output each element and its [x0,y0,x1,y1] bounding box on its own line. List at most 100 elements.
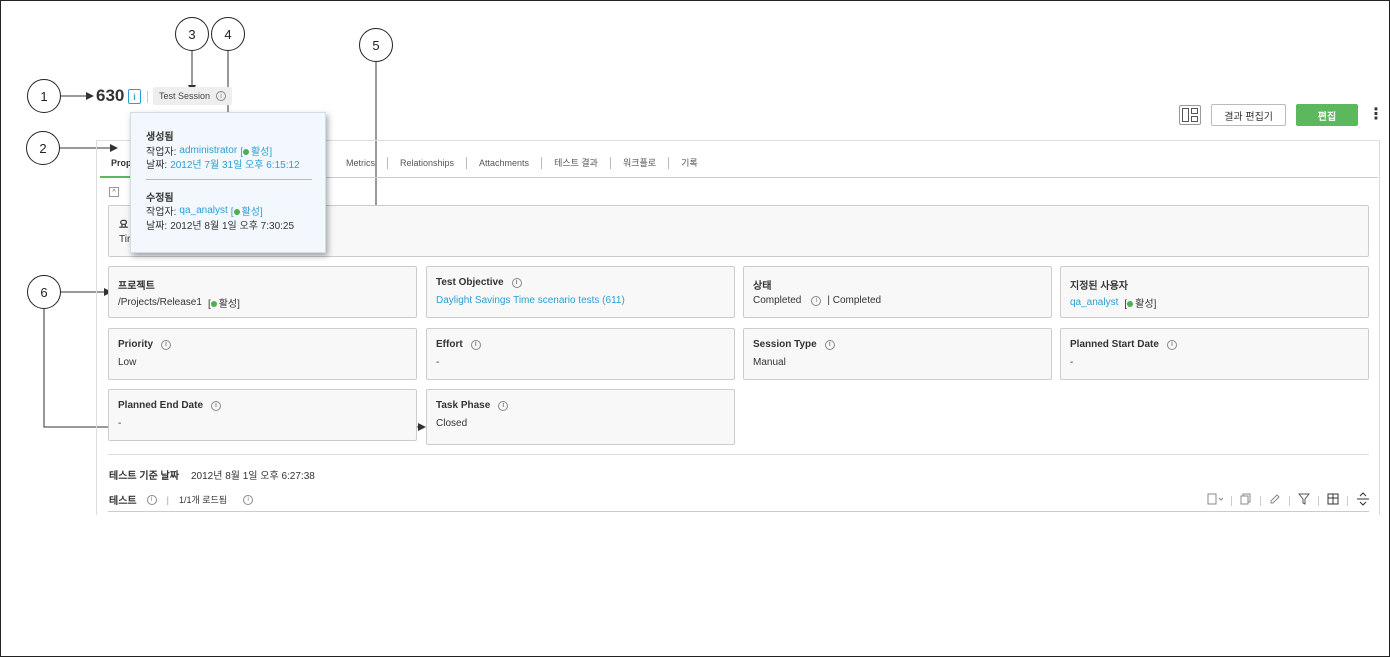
tab-test-results[interactable]: 테스트 결과 [542,157,611,169]
tab-history[interactable]: 기록 [669,157,710,169]
modified-title: 수정됨 [146,193,174,204]
state-value: Completed [753,295,802,306]
field-planned-end-date[interactable]: Planned End Date i - [108,389,417,441]
item-id: 630 [96,86,125,105]
item-type-badge[interactable]: Test Session i [153,87,233,105]
active-status-dot [1127,301,1134,307]
copy-icon[interactable] [1240,493,1252,508]
field-session-type[interactable]: Session Type i Manual [743,328,1052,380]
info-icon[interactable]: i [824,339,835,350]
toolbar-separator [1318,495,1319,506]
state-detail: | Completed [827,295,882,306]
popup-divider [146,179,312,180]
info-icon[interactable]: i [146,494,157,505]
callout-1: 1 [27,79,61,113]
table-view-icon[interactable] [1327,493,1339,508]
created-date[interactable]: 2012년 7월 31일 오후 6:15:12 [170,156,299,171]
filter-clear-icon[interactable] [1297,493,1311,508]
active-status-dot [233,209,240,215]
field-test-objective[interactable]: Test Objective i Daylight Savings Time sc… [426,266,735,318]
results-editor-button[interactable]: 결과 편집기 [1211,104,1286,126]
more-options-icon[interactable]: ⋮ [1368,107,1384,123]
info-icon[interactable]: i [211,400,222,411]
collapse-section-icon[interactable]: ^ [109,187,119,197]
created-by-link[interactable]: administrator [179,145,237,156]
active-status-dot [210,301,217,307]
info-icon[interactable]: i [216,91,227,101]
field-label: 지정된 사용자 [1070,281,1128,292]
test-objective-link[interactable]: Daylight Savings Time scenario tests (61… [436,295,625,306]
field-project[interactable]: 프로젝트 /Projects/Release1 [활성] [108,266,417,318]
modified-date: 2012년 8월 1일 오후 7:30:25 [170,221,295,232]
created-date-row: 날짜: 2012년 7월 31일 오후 6:15:12 [146,156,300,171]
modified-status: [활성] [230,207,263,218]
effort-value: - [436,357,440,368]
field-label: 상태 [753,281,772,292]
tab-attachments[interactable]: Attachments [467,157,543,169]
base-date-label: 테스트 기준 날짜 [109,471,179,482]
info-icon[interactable]: i [498,400,509,411]
field-effort[interactable]: Effort i - [426,328,735,380]
tests-toolbar [1207,492,1370,509]
edit-button[interactable]: 편집 [1296,104,1358,126]
base-date-value: 2012년 8월 1일 오후 6:27:38 [190,471,315,482]
edit-pencil-icon[interactable] [1269,493,1281,508]
field-label: Planned Start Date [1070,339,1159,350]
field-assigned-user[interactable]: 지정된 사용자 qa_analyst [활성] [1060,266,1369,318]
tests-label: 테스트 [109,496,137,507]
loaded-count: 1/1개 로드됨 [178,495,228,505]
field-label: Session Type [753,339,817,350]
toolbar-separator [1260,495,1261,506]
field-label: 프로젝트 [118,281,155,292]
field-state[interactable]: 상태 Completed i | Completed [743,266,1052,318]
created-title: 생성됨 [146,132,174,143]
layout-icon[interactable] [1179,105,1202,125]
tab-metrics[interactable]: Metrics [334,157,388,169]
summary-value: Tir [119,234,131,245]
planned-start-value: - [1070,357,1074,368]
callout-6: 6 [27,275,61,309]
tab-workflow[interactable]: 워크플로 [611,157,670,169]
info-icon[interactable]: i [161,339,172,350]
info-icon[interactable]: i [511,277,522,288]
modified-by-row: 작업자: qa_analyst [활성] [146,205,263,218]
field-label: Planned End Date [118,400,204,411]
planned-end-value: - [118,418,122,429]
header-divider [147,91,148,103]
field-label: Priority [118,339,154,350]
info-icon[interactable]: i [470,339,481,350]
modified-date-row: 날짜: 2012년 8월 1일 오후 7:30:25 [146,217,294,232]
project-status: [활성] [207,299,240,310]
toolbar-separator [1289,495,1290,506]
callout-5: 5 [359,28,393,62]
field-priority[interactable]: Priority i Low [108,328,417,380]
summary-label: 요 [119,220,129,231]
callout-2: 2 [26,131,60,165]
info-icon[interactable]: i [811,295,822,306]
tests-table-top [108,511,1369,512]
info-icon[interactable]: i [243,494,254,505]
document-icon[interactable]: i [128,89,141,104]
field-planned-start-date[interactable]: Planned Start Date i - [1060,328,1369,380]
callout-4: 4 [211,17,245,51]
info-icon[interactable]: i [1166,339,1177,350]
user-status: [활성] [1124,299,1157,310]
add-test-icon[interactable] [1207,493,1224,508]
field-task-phase[interactable]: Task Phase i Closed [426,389,735,445]
project-path: /Projects/Release1 [118,297,202,308]
active-status-dot [242,149,249,155]
field-label: Task Phase [436,400,491,411]
toolbar-separator [1231,495,1232,506]
header-actions: 결과 편집기 편집 ⋮ [1179,104,1384,126]
priority-value: Low [118,357,137,368]
row-density-icon[interactable] [1356,492,1370,509]
session-type-value: Manual [753,357,786,368]
field-label: Effort [436,339,463,350]
task-phase-value: Closed [436,418,468,429]
assigned-user-link[interactable]: qa_analyst [1070,297,1118,308]
tab-relationships[interactable]: Relationships [388,157,468,169]
callout-3: 3 [175,17,209,51]
tests-header: 테스트 i | 1/1개 로드됨 i [109,492,254,507]
item-info-popup: 생성됨 작업자: administrator [활성] 날짜: 2012년 7월… [130,112,326,253]
modified-by-link[interactable]: qa_analyst [179,205,227,216]
